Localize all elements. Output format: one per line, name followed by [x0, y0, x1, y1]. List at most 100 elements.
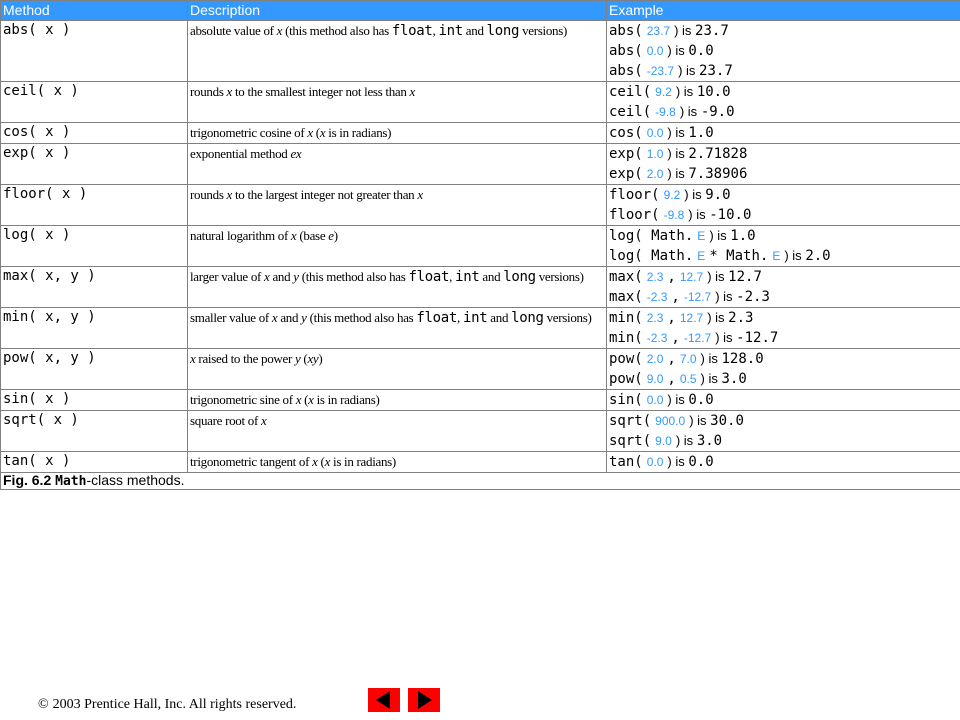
example-argument-2: 12.7 [679, 270, 704, 284]
table-row: ceil( x ) rounds x to the smallest intege… [0, 81, 960, 123]
math-methods-table: Method Description Example abs( x ) absol… [0, 0, 960, 490]
description-cell: square root of x [187, 410, 607, 452]
example-separator: , [667, 310, 676, 326]
description-cell: trigonometric sine of x (x is in radians… [187, 389, 607, 411]
example-result: 30.0 [710, 413, 744, 429]
example-result: 0.0 [688, 43, 714, 59]
example-argument: 2.0 [646, 352, 664, 366]
example-argument-2: -12.7 [683, 290, 712, 304]
example-cell: sin(0.0) is 0.0 [606, 389, 960, 411]
example-argument-2: 12.7 [679, 311, 704, 325]
example-line: ceil(9.2) is 10.0 [609, 83, 960, 103]
example-line: tan(0.0) is 0.0 [609, 453, 960, 472]
method-cell: max( x, y ) [0, 266, 188, 308]
example-is: ) is [667, 166, 685, 181]
example-line: max(-2.3, -12.7) is -2.3 [609, 287, 960, 307]
example-argument: 2.3 [646, 311, 664, 325]
example-is: ) is [715, 289, 733, 304]
example-is: ) is [667, 454, 685, 469]
example-argument: 9.2 [663, 188, 681, 202]
example-call: min( [609, 330, 643, 346]
example-is: ) is [674, 23, 692, 38]
example-cell: min(2.3, 12.7) is 2.3 min(-2.3, -12.7) is -… [606, 307, 960, 349]
method-cell: abs( x ) [0, 20, 188, 82]
slide: Method Description Example abs( x ) absol… [0, 0, 960, 490]
example-argument: 0.0 [646, 393, 664, 407]
previous-slide-button[interactable] [368, 688, 400, 712]
example-argument: 23.7 [646, 24, 671, 38]
method-cell: sin( x ) [0, 389, 188, 411]
example-argument: E [697, 249, 706, 263]
example-result: 0.0 [688, 454, 714, 470]
table-row: min( x, y ) smaller value of x and y (thi… [0, 307, 960, 349]
table-row: sin( x ) trigonometric sine of x (x is in… [0, 389, 960, 411]
example-call: log( Math. [609, 228, 694, 244]
example-call: max( [609, 289, 643, 305]
example-is: ) is [689, 413, 707, 428]
table-row: sqrt( x ) square root of x sqrt(900.0) is … [0, 410, 960, 452]
example-result: 0.0 [688, 392, 714, 408]
column-header-example: Example [606, 0, 960, 21]
example-argument: E [697, 229, 706, 243]
table-row: cos( x ) trigonometric cosine of x (x is … [0, 122, 960, 144]
caption-figure-number: Fig. 6.2 [3, 472, 52, 488]
next-slide-button[interactable] [408, 688, 440, 712]
example-argument: -9.8 [655, 105, 676, 119]
example-call: sqrt( [609, 413, 652, 429]
table-row: abs( x ) absolute value of x (this method… [0, 20, 960, 82]
example-is: ) is [700, 351, 718, 366]
example-call: pow( [609, 351, 643, 367]
example-line: pow(2.0, 7.0) is 128.0 [609, 350, 960, 370]
example-call: abs( [609, 23, 643, 39]
example-is: ) is [667, 125, 685, 140]
example-argument: 900.0 [655, 414, 686, 428]
example-is: ) is [675, 433, 694, 448]
example-cell: abs(23.7) is 23.7 abs(0.0) is 0.0 abs(-23.… [606, 20, 960, 82]
example-argument: 0.0 [646, 44, 664, 58]
example-argument-2: E [772, 249, 781, 263]
example-separator: , [667, 351, 676, 367]
column-header-description: Description [187, 0, 607, 21]
example-argument: -2.3 [646, 290, 668, 304]
description-cell: larger value of x and y (this method als… [187, 266, 607, 308]
example-result: -2.3 [736, 289, 770, 305]
example-call: sin( [609, 392, 643, 408]
example-line: cos(0.0) is 1.0 [609, 124, 960, 143]
example-line: sqrt(900.0) is 30.0 [609, 412, 960, 432]
example-result: 1.0 [688, 125, 714, 141]
example-is: ) is [707, 269, 725, 284]
example-call: sqrt( [609, 433, 652, 449]
example-result: 3.0 [696, 433, 723, 449]
left-arrow-icon [376, 691, 390, 709]
example-call: floor( [609, 207, 660, 223]
example-cell: exp(1.0) is 2.71828 exp(2.0) is 7.38906 [606, 143, 960, 185]
example-argument-2: 7.0 [679, 352, 697, 366]
example-line: min(-2.3, -12.7) is -12.7 [609, 328, 960, 348]
example-line: abs(-23.7) is 23.7 [609, 61, 960, 81]
example-call: cos( [609, 125, 643, 141]
example-call: tan( [609, 454, 643, 470]
example-line: pow(9.0, 0.5) is 3.0 [609, 369, 960, 389]
table-row: tan( x ) trigonometric tangent of x (x is… [0, 451, 960, 473]
example-result: 12.7 [728, 269, 762, 285]
method-cell: ceil( x ) [0, 81, 188, 123]
example-result: 10.0 [696, 84, 731, 100]
method-cell: cos( x ) [0, 122, 188, 144]
example-is: ) is [688, 207, 706, 222]
example-call: ceil( [609, 84, 652, 100]
example-separator: , [671, 330, 680, 346]
example-is: ) is [679, 104, 698, 119]
description-cell: rounds x to the largest integer not grea… [187, 184, 607, 226]
example-cell: log( Math. E) is 1.0 log( Math. E * Math. E) … [606, 225, 960, 267]
method-cell: log( x ) [0, 225, 188, 267]
example-call: max( [609, 269, 643, 285]
example-is: ) is [784, 248, 802, 263]
example-line: log( Math. E) is 1.0 [609, 227, 960, 247]
example-cell: tan(0.0) is 0.0 [606, 451, 960, 473]
table-row: log( x ) natural logarithm of x (base e) l… [0, 225, 960, 267]
method-cell: min( x, y ) [0, 307, 188, 349]
table-body: abs( x ) absolute value of x (this method… [0, 20, 960, 473]
example-argument-2: -12.7 [683, 331, 712, 345]
example-line: min(2.3, 12.7) is 2.3 [609, 309, 960, 329]
example-cell: max(2.3, 12.7) is 12.7 max(-2.3, -12.7) is … [606, 266, 960, 308]
